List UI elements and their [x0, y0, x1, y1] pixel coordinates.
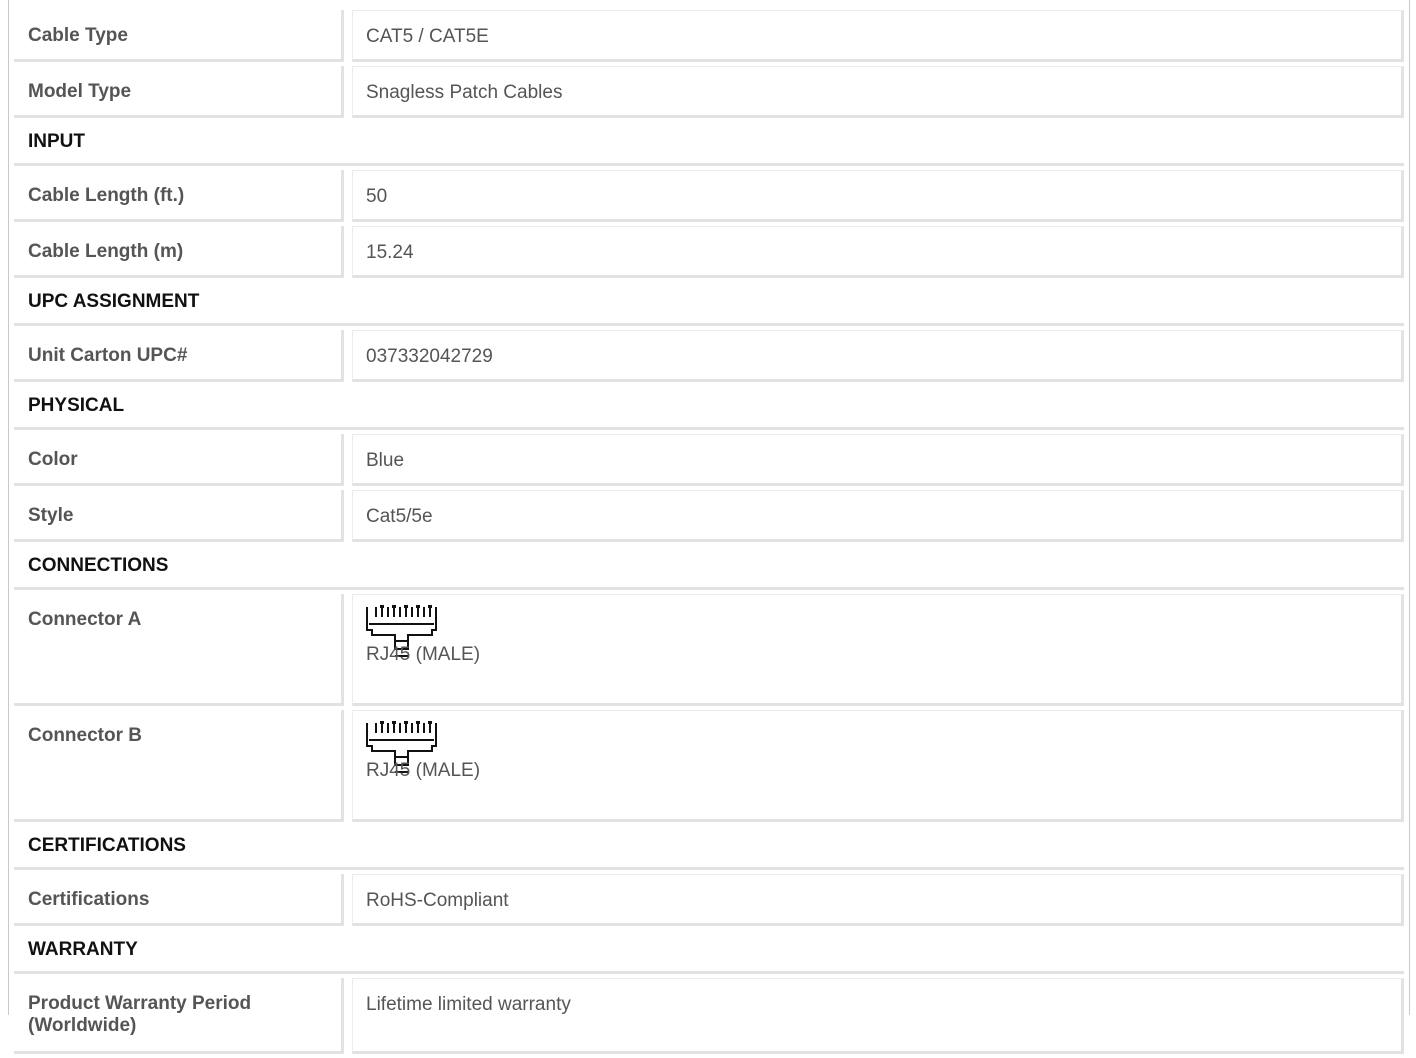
section-header-upc-assignment: UPC ASSIGNMENT: [14, 282, 1404, 326]
section-header-warranty: WARRANTY: [14, 930, 1404, 974]
spec-row-cable-length-ft: Cable Length (ft.) 50: [14, 170, 1404, 222]
spec-value: 15.24: [352, 226, 1404, 278]
connector-b-type: RJ45 (MALE): [366, 760, 481, 781]
spec-label: Cable Length (ft.): [14, 170, 344, 222]
spec-value: RJ45 (MALE): [352, 710, 1404, 822]
section-header-connections: CONNECTIONS: [14, 546, 1404, 590]
spec-row-style: Style Cat5/5e: [14, 490, 1404, 542]
spec-row-connector-a: Connector A RJ45 (MALE): [14, 594, 1404, 706]
spec-row-connector-b: Connector B RJ45 (MALE): [14, 710, 1404, 822]
spec-label: Model Type: [14, 66, 344, 118]
section-header-input: INPUT: [14, 122, 1404, 166]
spec-label: Color: [14, 434, 344, 486]
spec-label: Connector B: [14, 710, 344, 822]
spec-value: 50: [352, 170, 1404, 222]
spec-label: Unit Carton UPC#: [14, 330, 344, 382]
spec-value: RoHS-Compliant: [352, 874, 1404, 926]
spec-label: Product Warranty Period (Worldwide): [14, 978, 344, 1054]
spec-value: Blue: [352, 434, 1404, 486]
spec-value: RJ45 (MALE): [352, 594, 1404, 706]
spec-value: Cat5/5e: [352, 490, 1404, 542]
spec-value: CAT5 / CAT5E: [352, 10, 1404, 62]
spec-value: 037332042729: [352, 330, 1404, 382]
spec-row-cable-type: Cable Type CAT5 / CAT5E: [14, 10, 1404, 62]
connector-a-type: RJ45 (MALE): [366, 644, 481, 665]
section-header-physical: PHYSICAL: [14, 386, 1404, 430]
spec-label: Style: [14, 490, 344, 542]
spec-row-cable-length-m: Cable Length (m) 15.24: [14, 226, 1404, 278]
spec-table: Cable Type CAT5 / CAT5E Model Type Snagl…: [14, 10, 1404, 1058]
spec-label: Certifications: [14, 874, 344, 926]
spec-row-color: Color Blue: [14, 434, 1404, 486]
section-header-certifications: CERTIFICATIONS: [14, 826, 1404, 870]
spec-row-model-type: Model Type Snagless Patch Cables: [14, 66, 1404, 118]
spec-row-certifications: Certifications RoHS-Compliant: [14, 874, 1404, 926]
spec-label: Cable Type: [14, 10, 344, 62]
spec-label: Cable Length (m): [14, 226, 344, 278]
spec-value: Lifetime limited warranty: [352, 978, 1404, 1054]
spec-value: Snagless Patch Cables: [352, 66, 1404, 118]
spec-row-unit-carton-upc: Unit Carton UPC# 037332042729: [14, 330, 1404, 382]
spec-label: Connector A: [14, 594, 344, 706]
spec-row-product-warranty: Product Warranty Period (Worldwide) Life…: [14, 978, 1404, 1054]
